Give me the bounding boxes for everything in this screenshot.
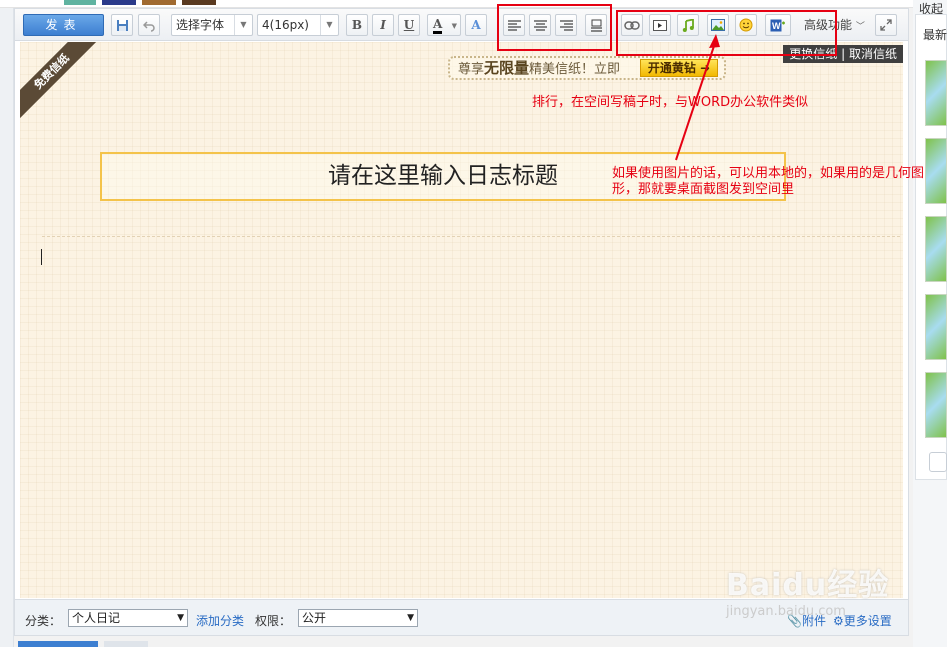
arrow-head	[709, 34, 720, 48]
baidu-jingyan-watermark: Baidu经验	[726, 568, 890, 603]
baidu-jingyan-url: jingyan.baidu.com	[726, 604, 846, 619]
image-annotation: 如果使用图片的话，可以用本地的，如果用的是几何图形，那就要桌面截图发到空间里	[612, 166, 925, 197]
align-annotation: 排行，在空间写稿子时，与WORD办公软件类似	[532, 95, 809, 110]
